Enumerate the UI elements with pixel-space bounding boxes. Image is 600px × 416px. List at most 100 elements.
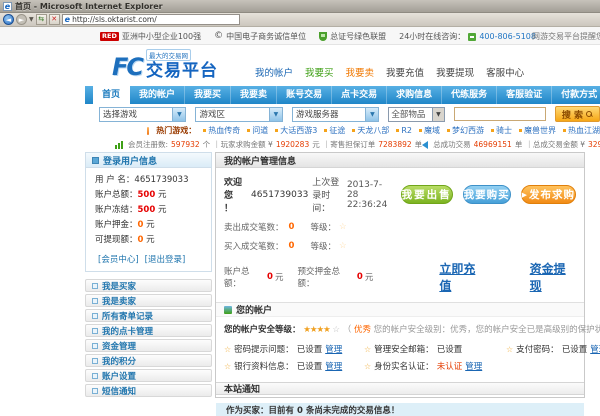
- url-page-icon: e: [65, 16, 70, 24]
- welcome-label: 欢迎您 ！: [224, 175, 243, 214]
- sidebar-item-seller[interactable]: 我是卖家: [85, 294, 212, 307]
- quick-link-my-account[interactable]: 我的帐户: [255, 65, 293, 79]
- tab-home[interactable]: 首页: [93, 86, 130, 104]
- quick-link-withdraw[interactable]: 我要提现: [436, 65, 474, 79]
- search-input[interactable]: [454, 107, 546, 121]
- main-nav: 首页 我的帐户 我要买 我要卖 账号交易 点卡交易 求购信息 代练服务 客服验证…: [85, 86, 600, 104]
- game-select[interactable]: 选择游戏 ▼: [99, 107, 186, 122]
- escrow-orders: 7283892: [378, 140, 411, 149]
- game-link[interactable]: 征途: [324, 125, 345, 136]
- sidebar-item-buyer[interactable]: 我是买家: [85, 279, 212, 292]
- logout-link[interactable]: [退出登录]: [145, 253, 186, 265]
- shield-icon: [319, 32, 327, 41]
- quick-link-buy[interactable]: 我要买: [305, 65, 334, 79]
- site-notice-header: 本站通知: [216, 382, 584, 395]
- sidebar-menu: 我是买家 我是卖家 所有寄单记录 我的点卡管理 资金管理 我的积分 账户设置 短…: [85, 279, 212, 397]
- buy-button[interactable]: 我要购买: [463, 185, 511, 204]
- frozen-value: 500: [138, 205, 156, 215]
- recharge-link[interactable]: 立即充值: [439, 260, 485, 294]
- badge-green-alliance: 总证号绿色联盟: [319, 31, 386, 42]
- square-icon: [92, 298, 98, 304]
- star-rating-full-icons: ★★★★: [303, 325, 329, 335]
- game-link[interactable]: 热血江湖: [563, 125, 600, 136]
- security-grade: 优秀: [354, 325, 371, 335]
- tab-powerleveling[interactable]: 代练服务: [442, 86, 497, 104]
- logo-mark-icon: FC: [112, 54, 142, 80]
- square-icon: [92, 328, 98, 334]
- site-stats-row: 会员注册数:597932个 ｜玩家求购金额 ¥1920283元 ｜寄售担保订单7…: [85, 137, 600, 152]
- manage-link[interactable]: 管理: [590, 343, 600, 355]
- game-link[interactable]: 热血传奇: [203, 125, 240, 136]
- item-type-select[interactable]: 全部物品 ▼: [388, 107, 444, 122]
- address-field[interactable]: e http://sls.oktarist.com/: [62, 14, 240, 25]
- sidebar-item-funds[interactable]: 资金管理: [85, 339, 212, 352]
- game-link[interactable]: 天龙八部: [352, 125, 389, 136]
- tab-wanted[interactable]: 求购信息: [387, 86, 442, 104]
- bought-count-row: 买入成交笔数：0 等级：☆: [224, 240, 576, 252]
- balance-value: 500: [138, 190, 156, 200]
- sidebar-item-card-management[interactable]: 我的点卡管理: [85, 324, 212, 337]
- star-icon: ☆: [506, 345, 513, 354]
- manage-link[interactable]: 管理: [325, 343, 342, 355]
- tab-service-verify[interactable]: 客服验证: [497, 86, 552, 104]
- game-link[interactable]: 魔兽世界: [519, 125, 556, 136]
- speaker-icon: [422, 141, 428, 149]
- security-description: 您的帐户安全级别：优秀，您的帐户安全已是高级别的保护状态。）: [374, 325, 600, 335]
- quick-link-service[interactable]: 客服中心: [486, 65, 524, 79]
- tab-payment[interactable]: 付款方式: [552, 86, 600, 104]
- tab-my-account[interactable]: 我的帐户: [130, 86, 185, 104]
- tab-account-trade[interactable]: 账号交易: [277, 86, 332, 104]
- quick-link-sell[interactable]: 我要卖: [346, 65, 375, 79]
- hot-games-label: 热门游戏：: [156, 125, 196, 136]
- member-center-link[interactable]: [会员中心]: [98, 253, 139, 265]
- sidebar-item-sms-notice[interactable]: 短信通知: [85, 384, 212, 397]
- url-text: http://sls.oktarist.com/: [72, 15, 157, 24]
- quick-link-recharge[interactable]: 我要充值: [386, 65, 424, 79]
- sell-button[interactable]: 我要出售: [401, 185, 453, 204]
- tab-buy[interactable]: 我要买: [185, 86, 231, 104]
- address-bar: ◄ ► ▼ ⇆ ✕ e http://sls.oktarist.com/: [0, 13, 600, 27]
- manage-link[interactable]: 管理: [465, 360, 482, 372]
- stop-icon[interactable]: ✕: [49, 14, 60, 25]
- balance-row: 账户总额：500 元: [95, 188, 211, 203]
- square-icon: [92, 358, 98, 364]
- security-item-safe-email: ☆ 管理安全邮箱：已设置: [364, 343, 465, 355]
- security-items: ☆ 密码提示问题：已设置 管理 ☆ 管理安全邮箱：已设置 ☆ 支付密码：已设置 …: [224, 343, 584, 376]
- sold-count-row: 卖出成交笔数：0 等级：☆: [224, 221, 576, 233]
- game-link[interactable]: 魔域: [419, 125, 440, 136]
- back-icon[interactable]: ◄: [3, 14, 14, 25]
- title-bar: e 首页 - Microsoft Internet Explorer: [0, 0, 600, 13]
- square-icon: [92, 373, 98, 379]
- zone-select[interactable]: 游戏区 ▼: [195, 107, 282, 122]
- sidebar-item-consign-records[interactable]: 所有寄单记录: [85, 309, 212, 322]
- game-link[interactable]: R2: [396, 126, 412, 135]
- bought-count: 0: [289, 241, 295, 251]
- search-button[interactable]: 搜 索: [555, 106, 600, 122]
- manage-link[interactable]: 管理: [325, 360, 342, 372]
- sidebar-item-points[interactable]: 我的积分: [85, 354, 212, 367]
- game-link[interactable]: 梦幻西游: [447, 125, 484, 136]
- square-icon: [92, 313, 98, 319]
- site-logo[interactable]: FC 最大的交易网 交易平台: [112, 49, 218, 80]
- stats-right: 总成功交易46969151单 ｜总成交易金额 ¥32963598元: [422, 139, 600, 150]
- post-wanted-button[interactable]: ▶发布求购: [521, 185, 576, 204]
- sidebar-item-account-settings[interactable]: 账户设置: [85, 369, 212, 382]
- hotline-number[interactable]: 400-806-5108: [479, 32, 536, 41]
- total-trade-amount: 32963598: [588, 140, 600, 149]
- login-time-value: 2013-7-28 22:36:24: [347, 180, 391, 210]
- server-select[interactable]: 游戏服务器 ▼: [292, 107, 379, 122]
- panel-icon: [92, 157, 99, 164]
- welcome-username: 4651739033: [251, 190, 308, 200]
- hot-games-row: 热门游戏： 热血传奇 问道 大话西游3 征途 天龙八部 R2 魔域 梦幻西游 骑…: [85, 124, 600, 137]
- withdraw-link[interactable]: 资金提现: [530, 260, 576, 294]
- tab-sell[interactable]: 我要卖: [231, 86, 277, 104]
- window-title: 首页 - Microsoft Internet Explorer: [15, 1, 163, 12]
- history-dropdown-icon[interactable]: ▼: [29, 16, 34, 23]
- refresh-icon[interactable]: ⇆: [36, 14, 47, 25]
- tab-card-trade[interactable]: 点卡交易: [332, 86, 387, 104]
- top-info-strip: RED 亚洲中小型企业100强 © 中国电子商务诚信单位 总证号绿色联盟 24小…: [0, 27, 600, 45]
- game-link[interactable]: 大话西游3: [275, 125, 317, 136]
- game-link[interactable]: 骑士: [491, 125, 512, 136]
- forward-icon[interactable]: ►: [16, 14, 27, 25]
- game-link[interactable]: 问道: [247, 125, 268, 136]
